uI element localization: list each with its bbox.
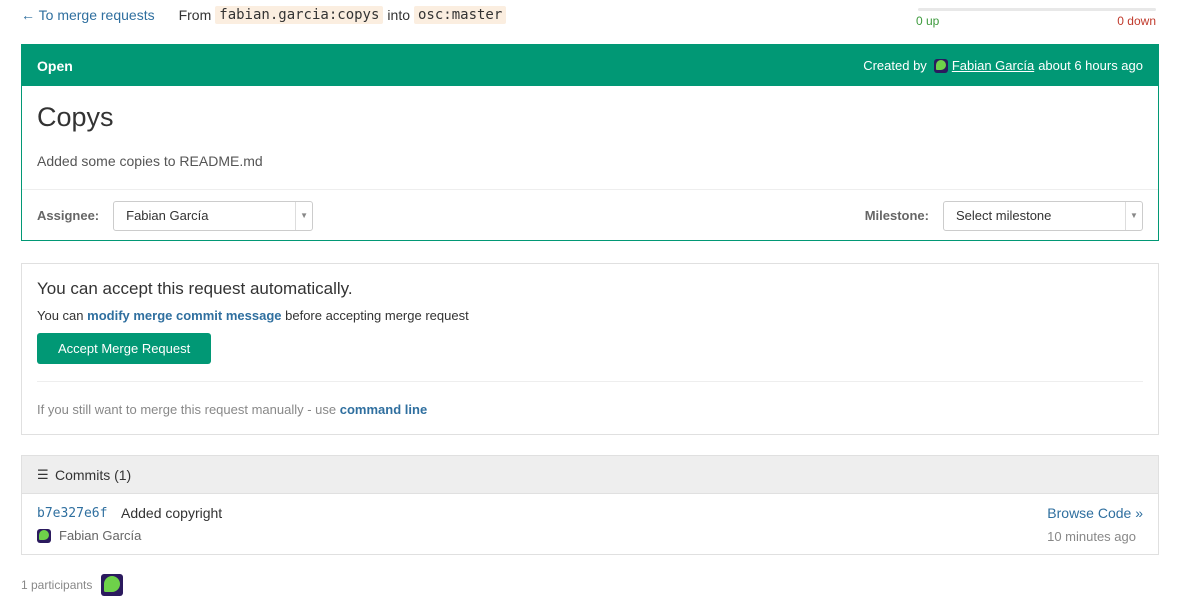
commits-box: ☰ Commits (1) b7e327e6f Added copyright … xyxy=(21,455,1159,555)
into-label: into xyxy=(387,7,410,23)
created-ago: about 6 hours ago xyxy=(1038,58,1143,73)
commit-author-name: Fabian García xyxy=(59,528,142,543)
upvotes-count: 0 up xyxy=(916,14,940,28)
created-by-label: Created by xyxy=(863,58,927,73)
accept-subtitle: You can modify merge commit message befo… xyxy=(37,308,1143,323)
accept-merge-box: You can accept this request automaticall… xyxy=(21,263,1159,435)
command-line-link[interactable]: command line xyxy=(340,402,427,417)
source-branch: fabian.garcia:copys xyxy=(215,6,384,24)
assignee-label: Assignee: xyxy=(37,208,100,223)
participants: 1 participants xyxy=(21,574,124,596)
commit-sha-link[interactable]: b7e327e6f xyxy=(37,506,107,521)
target-branch: osc:master xyxy=(414,6,507,24)
browse-code-link[interactable]: Browse Code » xyxy=(1047,505,1143,521)
votes-progress-bar xyxy=(918,8,1156,11)
list-icon: ☰ xyxy=(37,466,49,482)
milestone-select[interactable]: Select milestone ▼ xyxy=(943,200,1143,231)
divider xyxy=(37,381,1143,382)
created-by-info: Created by Fabian García about 6 hours a… xyxy=(863,58,1143,73)
commit-message: Added copyright xyxy=(121,505,223,521)
accept-sub-suffix: before accepting merge request xyxy=(285,308,469,323)
commit-author-avatar[interactable] xyxy=(37,528,51,543)
downvotes-count: 0 down xyxy=(1117,14,1156,28)
author-link[interactable]: Fabian García xyxy=(952,58,1034,73)
commits-header: ☰ Commits (1) xyxy=(22,456,1158,494)
commit-row: b7e327e6f Added copyright Fabian García … xyxy=(22,494,1158,556)
accept-merge-request-button[interactable]: Accept Merge Request xyxy=(37,333,212,364)
milestone-value: Select milestone xyxy=(956,208,1052,223)
author-avatar[interactable] xyxy=(933,58,948,73)
assignee-value: Fabian García xyxy=(126,208,209,223)
manual-merge-text: If you still want to merge this request … xyxy=(37,402,337,417)
state-label: Open xyxy=(37,57,73,74)
merge-request-description: Added some copies to README.md xyxy=(37,153,263,169)
manual-merge-hint: If you still want to merge this request … xyxy=(37,402,1143,417)
commit-author: Fabian García xyxy=(37,528,141,543)
chevron-down-icon: ▼ xyxy=(1125,201,1142,230)
accept-title: You can accept this request automaticall… xyxy=(37,279,353,298)
back-to-merge-requests-link[interactable]: ← To merge requests xyxy=(21,7,155,23)
branch-info: From fabian.garcia:copys into osc:master xyxy=(179,6,511,24)
from-label: From xyxy=(178,7,212,23)
chevron-down-icon: ▼ xyxy=(295,201,312,230)
accept-sub-prefix: You can xyxy=(37,308,84,323)
votes-widget: 0 up 0 down xyxy=(916,8,1156,28)
modify-commit-message-link[interactable]: modify merge commit message xyxy=(87,308,281,323)
commit-time: 10 minutes ago xyxy=(1047,529,1136,544)
merge-request-box: Open Created by Fabian García about 6 ho… xyxy=(21,44,1159,241)
participants-label: 1 participants xyxy=(21,578,93,592)
top-bar: ← To merge requests From fabian.garcia:c… xyxy=(21,4,510,26)
merge-request-title: Copys xyxy=(37,102,114,132)
milestone-label: Milestone: xyxy=(864,208,929,223)
commits-title: Commits (1) xyxy=(55,466,132,483)
participant-avatar[interactable] xyxy=(101,574,124,596)
merge-request-meta: Assignee: Fabian García ▼ Milestone: Sel… xyxy=(22,189,1158,241)
assignee-select[interactable]: Fabian García ▼ xyxy=(113,200,314,231)
merge-request-header: Open Created by Fabian García about 6 ho… xyxy=(22,45,1158,86)
